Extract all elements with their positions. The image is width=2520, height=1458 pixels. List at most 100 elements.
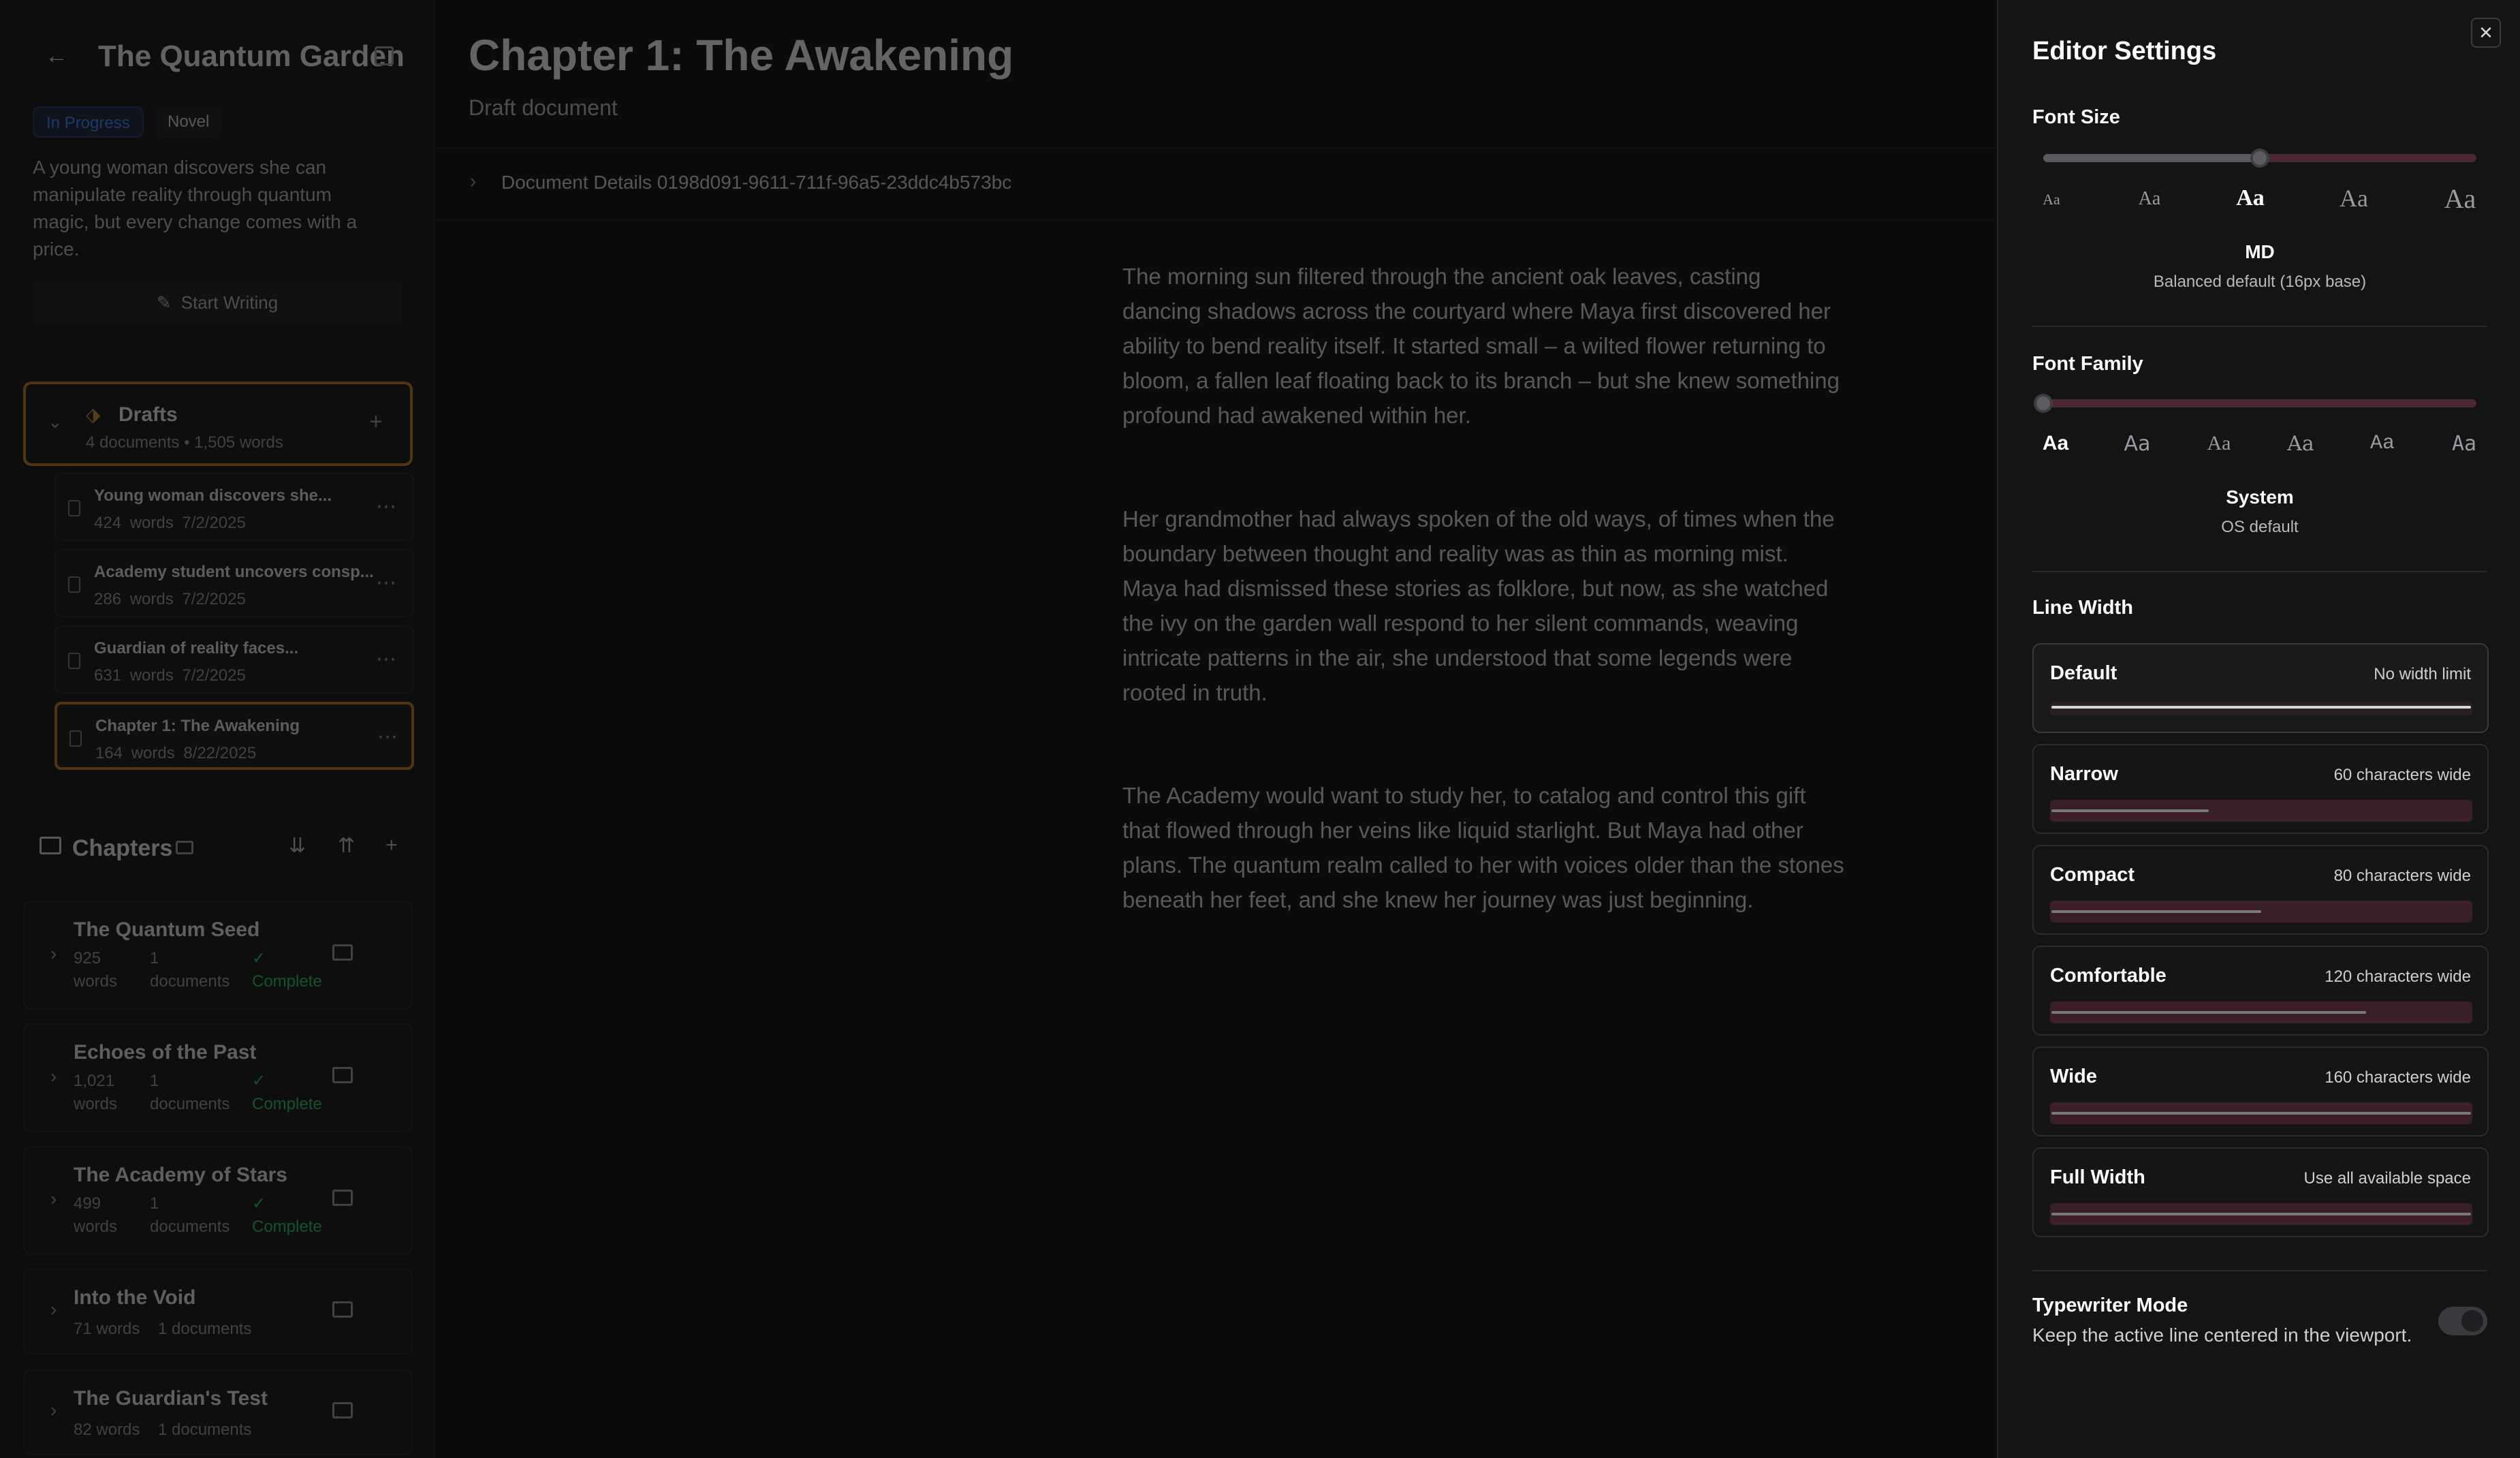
- width-preview: [2050, 1102, 2472, 1124]
- draft-title: Young woman discovers she...: [94, 486, 332, 505]
- width-preview: [2050, 1203, 2472, 1225]
- font-family-option-mono-alt[interactable]: Aa: [2437, 432, 2491, 456]
- chapter-card[interactable]: › Into the Void 71 words 1 documents: [23, 1269, 413, 1354]
- font-size-label: Font Size: [2032, 106, 2120, 128]
- book-icon[interactable]: [332, 944, 353, 961]
- draft-item-active[interactable]: Chapter 1: The Awakening 164 words 8/22/…: [54, 702, 414, 770]
- folder-icon[interactable]: [176, 841, 193, 854]
- font-size-option-md[interactable]: Aa: [2223, 185, 2278, 211]
- drafts-folder[interactable]: ⌄ ⬗ Drafts 4 documents • 1,505 words +: [23, 382, 413, 466]
- font-size-slider[interactable]: [2043, 149, 2476, 168]
- option-desc: 80 characters wide: [2333, 867, 2471, 885]
- line-width-option-wide[interactable]: Wide 160 characters wide: [2032, 1046, 2489, 1136]
- chapters-header: Chapters ⇊ ⇈ +: [23, 826, 413, 873]
- font-family-option-sans[interactable]: Aa: [2110, 432, 2164, 456]
- draft-meta: 424 words 7/2/2025: [94, 514, 246, 532]
- book-icon[interactable]: [332, 1067, 353, 1083]
- typewriter-mode-toggle[interactable]: [2438, 1307, 2487, 1335]
- font-family-option-mono[interactable]: Aa: [2355, 432, 2410, 455]
- start-writing-button[interactable]: ✎ Start Writing: [33, 281, 402, 324]
- chapter-card[interactable]: › The Academy of Stars 499 words 1 documen…: [23, 1146, 413, 1255]
- close-icon[interactable]: ✕: [2471, 18, 2501, 48]
- font-family-option-serif[interactable]: Aa: [2192, 432, 2246, 455]
- add-draft-icon[interactable]: +: [369, 409, 383, 435]
- editor-paragraph[interactable]: The Academy would want to study her, to …: [1122, 778, 1844, 917]
- chapter-doc-count: 1 documents: [150, 1072, 230, 1113]
- document-icon: [68, 500, 80, 516]
- typewriter-mode-label: Typewriter Mode: [2032, 1294, 2188, 1316]
- editor-paragraph[interactable]: Her grandmother had always spoken of the…: [1122, 501, 1844, 710]
- chevron-right-icon[interactable]: ›: [50, 1299, 57, 1320]
- draft-meta: 164 words 8/22/2025: [95, 744, 257, 762]
- draft-item[interactable]: Academy student uncovers consp... 286 wo…: [54, 549, 414, 617]
- book-icon[interactable]: [332, 1402, 353, 1418]
- option-name: Wide: [2050, 1066, 2098, 1087]
- chevron-right-icon[interactable]: ›: [50, 943, 57, 965]
- draft-title: Academy student uncovers consp...: [94, 563, 374, 581]
- more-options-icon[interactable]: ⋯: [377, 725, 399, 749]
- status-badge: In Progress: [33, 106, 144, 138]
- chapter-card[interactable]: › The Guardian's Test 82 words 1 documen…: [23, 1369, 413, 1455]
- chapter-title: The Guardian's Test: [74, 1387, 268, 1410]
- font-family-option-serif-alt[interactable]: Aa: [2273, 432, 2328, 456]
- line-width-label: Line Width: [2032, 597, 2133, 619]
- more-options-icon[interactable]: ⋯: [376, 495, 398, 518]
- chapter-card[interactable]: › Echoes of the Past 1,021 words 1 documen…: [23, 1023, 413, 1132]
- font-size-option-xl[interactable]: Aa: [2433, 183, 2487, 215]
- document-subtitle: Draft document: [469, 95, 618, 120]
- document-icon: [68, 653, 80, 669]
- chapter-title: The Academy of Stars: [74, 1164, 287, 1186]
- divider: [2032, 571, 2487, 572]
- slider-thumb[interactable]: [2250, 149, 2269, 168]
- settings-title: Editor Settings: [2032, 37, 2217, 65]
- chapter-word-count: 1,021 words: [74, 1072, 118, 1113]
- line-width-option-narrow[interactable]: Narrow 60 characters wide: [2032, 744, 2489, 834]
- chevron-right-icon[interactable]: ›: [50, 1188, 57, 1210]
- font-family-slider[interactable]: [2034, 394, 2476, 413]
- chevron-down-icon[interactable]: ⌄: [48, 412, 63, 433]
- option-desc: 160 characters wide: [2325, 1068, 2471, 1087]
- editor-paragraph[interactable]: The morning sun filtered through the anc…: [1122, 259, 1844, 433]
- chapter-title: The Quantum Seed: [74, 918, 260, 941]
- draft-meta: 631 words 7/2/2025: [94, 666, 246, 685]
- draft-item[interactable]: Guardian of reality faces... 631 words 7…: [54, 625, 414, 694]
- option-name: Full Width: [2050, 1166, 2145, 1188]
- book-icon[interactable]: [332, 1190, 353, 1206]
- back-arrow-icon[interactable]: ←: [45, 44, 69, 68]
- line-width-option-compact[interactable]: Compact 80 characters wide: [2032, 845, 2489, 935]
- project-title: The Quantum Garden: [98, 40, 405, 73]
- toggle-knob: [2461, 1310, 2483, 1332]
- chapter-word-count: 925 words: [74, 949, 118, 991]
- option-desc: 60 characters wide: [2333, 766, 2471, 784]
- edit-title-icon[interactable]: [375, 46, 394, 65]
- font-size-option-xs[interactable]: Aa: [2024, 191, 2079, 208]
- font-size-option-lg[interactable]: Aa: [2327, 184, 2381, 213]
- width-preview-line: [2051, 1112, 2471, 1115]
- chapter-word-count: 82 words: [74, 1421, 140, 1439]
- more-options-icon[interactable]: ⋯: [376, 571, 398, 595]
- line-width-option-default[interactable]: Default No width limit: [2032, 643, 2489, 733]
- chapter-card[interactable]: › The Quantum Seed 925 words 1 documents ✓…: [23, 901, 413, 1010]
- document-details-toggle[interactable]: › Document Details 0198d091-9611-711f-96…: [436, 147, 1997, 221]
- font-family-selected-name: System: [2226, 486, 2294, 508]
- draft-item[interactable]: Young woman discovers she... 424 words 7…: [54, 473, 414, 541]
- width-preview: [2050, 1002, 2472, 1023]
- chevron-right-icon[interactable]: ›: [50, 1399, 57, 1421]
- more-options-icon[interactable]: ⋯: [376, 647, 398, 671]
- chapters-title: Chapters: [72, 835, 173, 861]
- line-width-option-comfortable[interactable]: Comfortable 120 characters wide: [2032, 946, 2489, 1036]
- option-name: Comfortable: [2050, 965, 2167, 987]
- chapter-status: ✓ Complete: [252, 1072, 322, 1113]
- font-size-option-sm[interactable]: Aa: [2122, 188, 2177, 210]
- collapse-all-icon[interactable]: ⇈: [338, 834, 355, 858]
- add-chapter-icon[interactable]: +: [385, 834, 398, 857]
- expand-all-icon[interactable]: ⇊: [289, 834, 306, 858]
- line-width-option-full-width[interactable]: Full Width Use all available space: [2032, 1147, 2489, 1237]
- chevron-right-icon[interactable]: ›: [50, 1066, 57, 1087]
- book-icon[interactable]: [332, 1301, 353, 1318]
- font-family-option-system[interactable]: Aa: [2028, 432, 2083, 455]
- chapter-doc-count: 1 documents: [150, 1194, 230, 1236]
- width-preview-line: [2051, 1011, 2366, 1014]
- slider-thumb[interactable]: [2034, 394, 2053, 413]
- chapter-doc-count: 1 documents: [150, 949, 230, 991]
